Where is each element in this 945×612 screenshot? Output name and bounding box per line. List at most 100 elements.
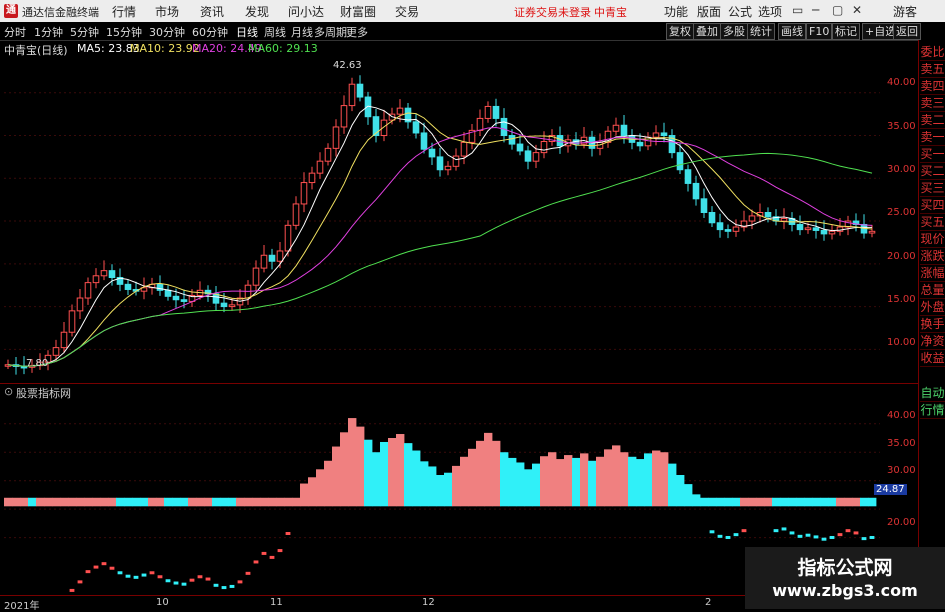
indicator-tick: [189, 578, 195, 582]
indicator-tick: [813, 535, 819, 539]
menu-market[interactable]: 市场: [155, 3, 179, 20]
menu-trade[interactable]: 交易: [395, 3, 419, 20]
candle-body: [636, 141, 644, 147]
panel-item[interactable]: 换手: [920, 316, 945, 333]
menu-formula[interactable]: 公式: [728, 3, 752, 20]
indicator-block: [460, 456, 469, 507]
panel-item[interactable]: 卖四: [920, 78, 945, 95]
draw-line-button[interactable]: 画线: [778, 23, 806, 40]
indicator-block: [444, 472, 453, 507]
menu-quotes[interactable]: 行情: [112, 3, 136, 20]
tab-daily[interactable]: 日线: [236, 24, 258, 40]
panel-auto-item[interactable]: 行情: [920, 402, 945, 419]
panel-item[interactable]: 买四: [920, 197, 945, 214]
tab-15min[interactable]: 15分钟: [106, 24, 142, 40]
candle-body: [556, 135, 564, 147]
indicator-block: [732, 497, 741, 507]
candle-body: [748, 215, 756, 222]
indicator-toggle-icon[interactable]: ⊙: [4, 385, 13, 398]
stats-button[interactable]: 统计: [747, 23, 775, 40]
indicator-block: [212, 497, 221, 507]
panel-item[interactable]: 总量: [920, 282, 945, 299]
panel-item[interactable]: 卖一: [920, 129, 945, 146]
candle-body: [700, 198, 708, 214]
menu-xiaoda[interactable]: 问小达: [288, 3, 324, 20]
main-axis-25: 25.00: [887, 207, 916, 218]
candle-body: [108, 270, 116, 279]
login-notice[interactable]: 证券交易未登录: [514, 4, 591, 20]
restore-rights-button[interactable]: 复权: [666, 23, 694, 40]
tab-1min[interactable]: 1分钟: [34, 24, 63, 40]
indicator-block: [564, 455, 573, 507]
f10-button[interactable]: F10: [806, 23, 833, 40]
panel-item[interactable]: 买一: [920, 146, 945, 163]
panel-item[interactable]: 收益: [920, 350, 945, 367]
minimize-small-icon[interactable]: ▭: [792, 3, 803, 17]
panel-item[interactable]: 买三: [920, 180, 945, 197]
indicator-block: [404, 443, 413, 507]
panel-item[interactable]: 买五: [920, 214, 945, 231]
tab-5min[interactable]: 5分钟: [70, 24, 99, 40]
price-chart[interactable]: 中青宝(日线) MA5: 23.83 MA10: 23.92 MA20: 24.…: [0, 40, 918, 385]
candle-body: [228, 304, 236, 308]
panel-item[interactable]: 卖五: [920, 61, 945, 78]
indicator-block: [172, 497, 181, 507]
xaxis-nov: 11: [270, 597, 283, 608]
close-icon[interactable]: ✕: [852, 3, 862, 17]
tab-timeshare[interactable]: 分时: [4, 24, 26, 40]
menu-options[interactable]: 选项: [758, 3, 782, 20]
panel-item[interactable]: 卖三: [920, 95, 945, 112]
overlay-button[interactable]: 叠加: [693, 23, 721, 40]
panel-auto-item[interactable]: 自动: [920, 385, 945, 402]
tab-weekly[interactable]: 周线: [264, 24, 286, 40]
main-axis-15: 15.00: [887, 294, 916, 305]
indicator-block: [300, 483, 309, 507]
candle-body: [764, 212, 772, 218]
tab-more[interactable]: 更多: [346, 24, 368, 40]
indicator-block: [132, 497, 141, 507]
panel-item[interactable]: 买二: [920, 163, 945, 180]
indicator-block: [740, 497, 749, 507]
xaxis-year: 2021年: [4, 601, 40, 612]
tab-60min[interactable]: 60分钟: [192, 24, 228, 40]
indicator-block: [668, 463, 677, 507]
panel-item[interactable]: 净资: [920, 333, 945, 350]
indicator-block: [372, 452, 381, 507]
back-button[interactable]: 返回: [893, 23, 921, 40]
menu-news[interactable]: 资讯: [200, 3, 224, 20]
indicator-tick: [221, 586, 227, 590]
candle-body: [308, 172, 316, 184]
indicator-block: [268, 497, 277, 507]
multi-stock-button[interactable]: 多股: [720, 23, 748, 40]
user-label[interactable]: 游客: [893, 3, 917, 20]
indicator-block: [860, 497, 869, 507]
tab-multi-period[interactable]: 多周期: [314, 24, 347, 40]
indicator-tick: [173, 581, 179, 585]
candle-body: [68, 310, 76, 333]
mark-button[interactable]: 标记: [832, 23, 860, 40]
candle-body: [804, 227, 812, 231]
indicator-tick: [709, 530, 715, 534]
minimize-icon[interactable]: ─: [812, 3, 819, 17]
panel-item[interactable]: 卖二: [920, 112, 945, 129]
menu-wealth[interactable]: 财富圈: [340, 3, 376, 20]
candle-body: [660, 132, 668, 137]
indicator-block: [244, 497, 253, 507]
tab-monthly[interactable]: 月线: [291, 24, 313, 40]
restore-icon[interactable]: ▢: [832, 3, 843, 17]
menu-layout[interactable]: 版面: [697, 3, 721, 20]
panel-item[interactable]: 涨幅: [920, 265, 945, 282]
menu-discover[interactable]: 发现: [245, 3, 269, 20]
panel-item[interactable]: 现价: [920, 231, 945, 248]
panel-item[interactable]: 外盘: [920, 299, 945, 316]
candle-body: [332, 126, 340, 149]
panel-item[interactable]: 委比: [920, 44, 945, 61]
menu-function[interactable]: 功能: [664, 3, 688, 20]
candle-body: [316, 160, 324, 174]
candle-body: [284, 224, 292, 252]
indicator-block: [204, 497, 213, 507]
candle-body: [724, 229, 732, 232]
indicator-tick: [869, 535, 875, 539]
panel-item[interactable]: 涨跌: [920, 248, 945, 265]
tab-30min[interactable]: 30分钟: [149, 24, 185, 40]
